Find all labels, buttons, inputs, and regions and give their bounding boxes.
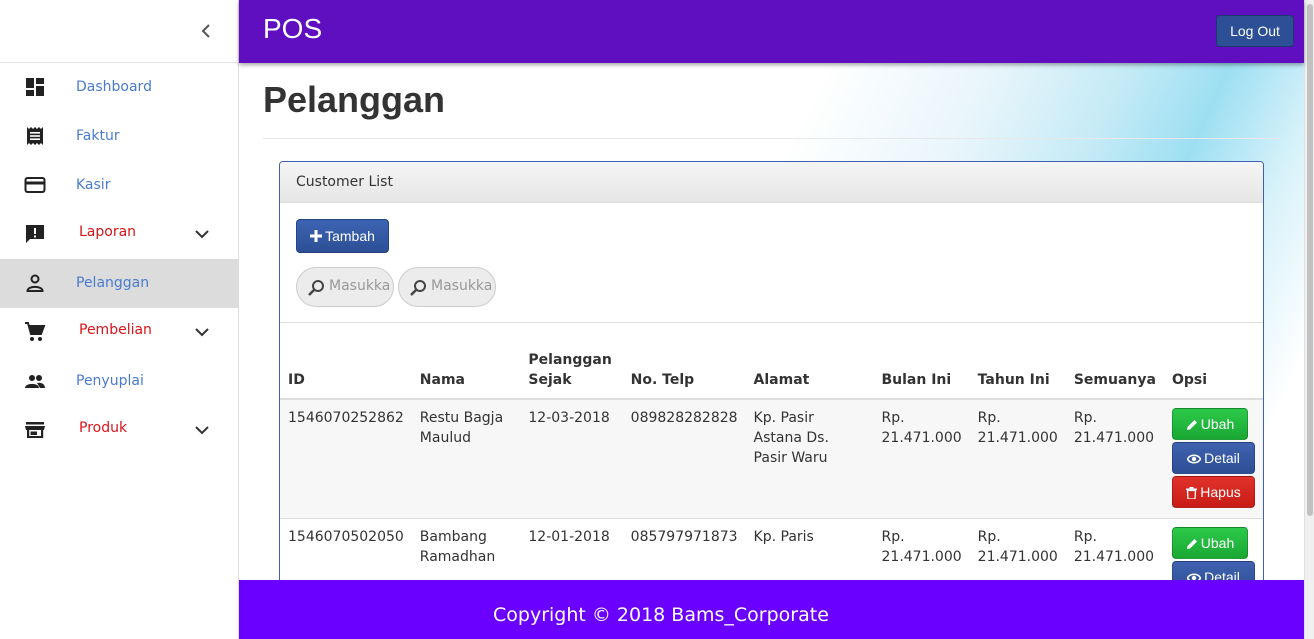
customer-list-panel: Customer List Tambah Masukka Masukka ID …: [279, 161, 1264, 580]
cell-bulan-ini: Rp. 21.471.000: [873, 518, 970, 580]
trash-icon: [1186, 487, 1198, 500]
receipt-icon: [27, 127, 43, 145]
person-icon: [26, 274, 44, 292]
report-icon: [26, 225, 44, 243]
cell-telp: 089828282828: [622, 399, 746, 519]
sidebar-header: [0, 0, 238, 63]
column-header[interactable]: Nama: [411, 323, 521, 400]
eye-icon: [1186, 454, 1202, 464]
column-header[interactable]: No. Telp: [622, 323, 746, 400]
add-customer-button[interactable]: Tambah: [296, 219, 389, 253]
search-input[interactable]: Masukka: [398, 267, 496, 307]
search-placeholder: Masukka: [431, 278, 493, 294]
sidebar-item-label: Pelanggan: [76, 275, 150, 291]
cell-bulan-ini: Rp. 21.471.000: [873, 399, 970, 519]
sidebar-item-penyuplai[interactable]: Penyuplai: [0, 357, 238, 406]
top-navbar: POS Log Out: [239, 0, 1304, 63]
sidebar-item-laporan[interactable]: Laporan: [0, 210, 238, 259]
sidebar-item-pembelian[interactable]: Pembelian: [0, 308, 238, 357]
delete-label: Hapus: [1200, 484, 1241, 500]
logout-button[interactable]: Log Out: [1216, 15, 1294, 47]
sidebar: Dashboard Faktur Kasir Laporan Pelanggan…: [0, 0, 239, 639]
detail-button[interactable]: Detail: [1172, 442, 1255, 474]
pencil-icon: [1186, 539, 1197, 549]
detail-button[interactable]: Detail: [1172, 561, 1255, 580]
cell-telp: 085797971873: [622, 518, 746, 580]
divider: [263, 138, 1279, 139]
cell-tahun-ini: Rp. 21.471.000: [969, 399, 1066, 519]
panel-heading: Customer List: [280, 162, 1263, 203]
sidebar-item-label: Pembelian: [79, 322, 152, 338]
search-placeholder: Masukka: [329, 278, 391, 294]
detail-label: Detail: [1204, 569, 1240, 580]
chevron-down-icon: [195, 426, 209, 435]
column-header[interactable]: Semuanya: [1065, 323, 1164, 400]
copyright-text: Copyright © 2018 Bams_Corporate: [493, 604, 829, 626]
sidebar-item-produk[interactable]: Produk: [0, 406, 238, 455]
search-input[interactable]: Masukka: [296, 267, 394, 307]
sidebar-item-label: Faktur: [76, 128, 120, 144]
sidebar-item-label: Laporan: [79, 224, 137, 240]
sidebar-item-kasir[interactable]: Kasir: [0, 161, 238, 210]
cell-semuanya: Rp. 21.471.000: [1065, 518, 1164, 580]
table-row: 1546070502050 Bambang Ramadhan 12-01-201…: [280, 518, 1263, 580]
cell-nama: Bambang Ramadhan: [411, 518, 521, 580]
panel-toolbar: Tambah Masukka Masukka: [280, 203, 1263, 323]
sidebar-item-label: Dashboard: [76, 79, 152, 95]
scrollbar-thumb[interactable]: [1307, 4, 1313, 516]
sidebar-item-faktur[interactable]: Faktur: [0, 112, 238, 161]
cell-nama: Restu Bagja Maulud: [411, 399, 521, 519]
cell-id: 1546070502050: [280, 518, 412, 580]
eye-icon: [1186, 573, 1202, 580]
chevron-down-icon: [195, 230, 209, 239]
cell-id: 1546070252862: [280, 399, 412, 519]
cell-sejak: 12-03-2018: [520, 399, 623, 519]
sidebar-item-pelanggan[interactable]: Pelanggan: [0, 259, 238, 308]
table-row: 1546070252862 Restu Bagja Maulud 12-03-2…: [280, 399, 1263, 519]
column-header[interactable]: Bulan Ini: [873, 323, 970, 400]
column-header: Opsi: [1164, 323, 1263, 400]
delete-button[interactable]: Hapus: [1172, 476, 1255, 508]
sidebar-item-dashboard[interactable]: Dashboard: [0, 63, 238, 112]
main-content: Pelanggan Customer List Tambah Masukka M…: [239, 63, 1304, 580]
cell-sejak: 12-01-2018: [520, 518, 623, 580]
edit-label: Ubah: [1200, 416, 1235, 432]
cell-opsi: Ubah Detail Hapus: [1164, 399, 1263, 519]
cart-icon: [25, 322, 46, 341]
column-header[interactable]: Pelanggan Sejak: [520, 323, 623, 400]
edit-label: Ubah: [1200, 535, 1235, 551]
cell-opsi: Ubah Detail Hapus: [1164, 518, 1263, 580]
cell-alamat: Kp. Pasir Astana Ds. Pasir Waru: [745, 399, 874, 519]
cell-alamat: Kp. Paris: [745, 518, 874, 580]
chevron-left-icon[interactable]: [196, 20, 216, 42]
column-header[interactable]: Alamat: [745, 323, 874, 400]
cell-tahun-ini: Rp. 21.471.000: [969, 518, 1066, 580]
store-icon: [25, 422, 45, 438]
add-customer-label: Tambah: [325, 228, 375, 244]
dashboard-icon: [26, 78, 44, 96]
customer-table: ID Nama Pelanggan Sejak No. Telp Alamat …: [280, 323, 1263, 580]
pencil-icon: [1186, 420, 1197, 430]
table-header-row: ID Nama Pelanggan Sejak No. Telp Alamat …: [280, 323, 1263, 400]
sidebar-item-label: Produk: [79, 420, 128, 436]
chevron-down-icon: [195, 328, 209, 337]
detail-label: Detail: [1204, 450, 1240, 466]
sidebar-nav: Dashboard Faktur Kasir Laporan Pelanggan…: [0, 63, 238, 455]
page-scrollbar[interactable]: [1304, 0, 1314, 639]
footer: Copyright © 2018 Bams_Corporate: [239, 580, 1304, 639]
edit-button[interactable]: Ubah: [1172, 408, 1248, 440]
sidebar-item-label: Kasir: [76, 177, 111, 193]
credit-card-icon: [24, 177, 46, 193]
column-header[interactable]: Tahun Ini: [969, 323, 1066, 400]
search-icon: [410, 280, 426, 296]
column-header[interactable]: ID: [280, 323, 412, 400]
search-icon: [308, 280, 324, 296]
plus-icon: [310, 230, 323, 242]
cell-semuanya: Rp. 21.471.000: [1065, 399, 1164, 519]
brand-title[interactable]: POS: [263, 13, 322, 45]
edit-button[interactable]: Ubah: [1172, 527, 1248, 559]
sidebar-item-label: Penyuplai: [76, 373, 144, 389]
people-icon: [25, 375, 45, 388]
page-title: Pelanggan: [263, 79, 446, 120]
